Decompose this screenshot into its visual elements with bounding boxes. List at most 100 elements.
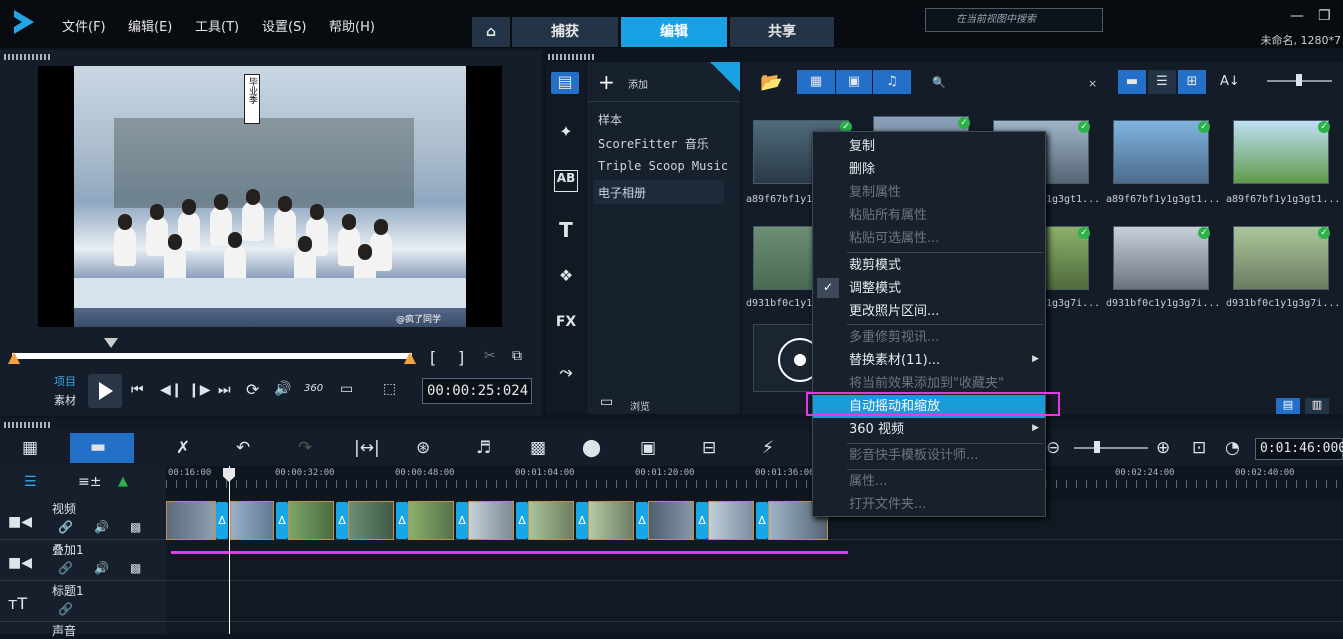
mark-in-icon[interactable]: [ xyxy=(430,348,436,367)
record-capture-icon[interactable]: ⊛ xyxy=(416,438,430,458)
folder-item[interactable]: ScoreFitter 音乐 xyxy=(598,135,709,152)
tab-share[interactable]: 共享 xyxy=(730,17,834,47)
fit-timeline-icon[interactable]: ⊡ xyxy=(1192,438,1206,458)
audio-mixer-icon[interactable]: ♬ xyxy=(476,438,491,458)
folder-item[interactable]: 样本 xyxy=(598,111,622,128)
transition-marker[interactable]: Δ xyxy=(636,502,648,539)
scrubber-handle[interactable] xyxy=(104,338,118,348)
end-icon[interactable]: ⏭ xyxy=(218,382,231,398)
menu-item-delete[interactable]: 删除 xyxy=(813,158,1045,181)
split-screen-icon[interactable]: ⊟ xyxy=(702,438,716,458)
subtitle-icon[interactable]: ▣ xyxy=(640,438,656,458)
menu-settings[interactable]: 设置(S) xyxy=(262,16,306,35)
project-mode-label[interactable]: 项目 xyxy=(54,373,76,389)
instant-project-icon[interactable]: ✦ xyxy=(554,122,578,144)
menu-item-crop-mode[interactable]: 裁剪模式 xyxy=(813,254,1045,277)
tab-capture[interactable]: 捕获 xyxy=(512,17,618,47)
menu-item-copy[interactable]: 复制 xyxy=(813,135,1045,158)
transition-marker[interactable]: Δ xyxy=(576,502,588,539)
menu-item-paste-all-attr[interactable]: 粘贴所有属性 xyxy=(813,204,1045,227)
mute-icon[interactable]: 🔊 xyxy=(94,561,109,575)
repeat-icon[interactable]: ⟳ xyxy=(246,380,259,399)
transition-marker[interactable]: Δ xyxy=(456,502,468,539)
menu-item-template[interactable]: 影音快手模板设计师... xyxy=(813,444,1045,467)
mute-icon[interactable]: 🔊 xyxy=(94,520,109,534)
zoom-handle[interactable] xyxy=(1094,441,1100,453)
menu-item-360-video[interactable]: 360 视频 xyxy=(813,418,1045,441)
menu-item-change-range[interactable]: 更改照片区间... xyxy=(813,300,1045,323)
zoom-out-icon[interactable]: ⊖ xyxy=(1046,438,1060,458)
add-folder-label[interactable]: 添加 xyxy=(628,76,648,91)
menu-item-copy-attr[interactable]: 复制属性 xyxy=(813,181,1045,204)
transition-marker[interactable]: Δ xyxy=(336,502,348,539)
player-timecode[interactable]: 00:00:25:024 xyxy=(422,378,532,404)
menu-item-paste-sel-attr[interactable]: 粘贴可选属性... xyxy=(813,227,1045,250)
timeline-clip[interactable] xyxy=(708,501,754,540)
thumbnail[interactable] xyxy=(1113,120,1209,184)
restore-icon[interactable]: ❐ xyxy=(1318,8,1331,24)
minimize-icon[interactable]: — xyxy=(1290,8,1304,24)
storyboard-view-icon[interactable]: ▦ xyxy=(22,438,38,458)
link-icon[interactable]: 🔗 xyxy=(58,602,73,616)
list-view-button[interactable]: ☰ xyxy=(1148,70,1176,94)
clip-mode-label[interactable]: 素材 xyxy=(54,392,76,408)
link-icon[interactable]: 🔗 xyxy=(58,520,73,534)
playhead[interactable] xyxy=(229,466,230,634)
browse-icon[interactable]: ▭ xyxy=(600,394,613,410)
thumbnail-view-button[interactable]: ▬ xyxy=(1118,70,1146,94)
home-tab[interactable]: ⌂ xyxy=(472,17,510,47)
path-icon[interactable]: ⤳ xyxy=(554,362,578,384)
timeline-clip[interactable] xyxy=(288,501,334,540)
crop-icon[interactable]: ⬚ xyxy=(383,381,396,397)
library-grip[interactable] xyxy=(548,54,594,60)
timeline-clip[interactable] xyxy=(588,501,634,540)
thumbnail[interactable] xyxy=(1233,226,1329,290)
tools-icon[interactable]: ✗ xyxy=(176,438,190,458)
mark-in-handle[interactable] xyxy=(8,352,20,364)
menu-item-adjust-mode[interactable]: 调整模式 xyxy=(813,277,1045,300)
transition-marker[interactable]: Δ xyxy=(396,502,408,539)
mask-icon[interactable]: ⬤ xyxy=(582,438,601,458)
prev-frame-icon[interactable]: ◀❙ xyxy=(160,382,183,398)
timeline-clip[interactable] xyxy=(348,501,394,540)
timeline-grip[interactable] xyxy=(4,422,50,428)
graphic-icon[interactable]: ❖ xyxy=(554,266,578,288)
menu-file[interactable]: 文件(F) xyxy=(62,16,106,35)
grid-view-button[interactable]: ⊞ xyxy=(1178,70,1206,94)
import-folder-icon[interactable]: 📂 xyxy=(760,72,782,93)
menu-help[interactable]: 帮助(H) xyxy=(329,16,375,35)
timeline-clip[interactable] xyxy=(468,501,514,540)
panel-grip[interactable] xyxy=(4,54,50,60)
transition-icon[interactable]: AB xyxy=(554,170,578,192)
project-duration[interactable]: 0:01:46:000 xyxy=(1255,438,1343,460)
thumbnail[interactable] xyxy=(1233,120,1329,184)
transition-marker[interactable]: Δ xyxy=(276,502,288,539)
transition-marker[interactable]: Δ xyxy=(516,502,528,539)
undo-icon[interactable]: ↶ xyxy=(236,438,250,458)
menu-item-open-folder[interactable]: 打开文件夹... xyxy=(813,493,1045,516)
transition-marker[interactable]: Δ xyxy=(696,502,708,539)
menu-item-props[interactable]: 属性... xyxy=(813,470,1045,493)
redo-icon[interactable]: ↷ xyxy=(298,438,312,458)
transition-marker[interactable]: Δ xyxy=(756,502,768,539)
motion-tracking-icon[interactable]: ▩ xyxy=(530,438,546,458)
menu-edit[interactable]: 编辑(E) xyxy=(128,16,172,35)
show-video-button[interactable]: ▦ xyxy=(797,70,835,94)
transparency-icon[interactable]: ▩ xyxy=(130,520,141,534)
thumbnail[interactable] xyxy=(1113,226,1209,290)
add-folder-icon[interactable]: + xyxy=(598,70,615,94)
sort-icon[interactable]: A↓ xyxy=(1220,74,1240,89)
timeline-view-button[interactable]: ▬ xyxy=(70,433,134,463)
folder-item[interactable]: Triple Scoop Music xyxy=(598,159,728,173)
mark-out-icon[interactable]: ] xyxy=(458,348,464,367)
menu-item-multi-trim[interactable]: 多重修剪视讯... xyxy=(813,326,1045,349)
transparency-icon[interactable]: ▩ xyxy=(130,561,141,575)
timeline-ruler[interactable]: 00:16:00 00:00:32:00 00:00:48:00 00:01:0… xyxy=(166,466,1343,500)
timeline-clip[interactable] xyxy=(648,501,694,540)
add-track-icon[interactable]: ≡± xyxy=(78,474,101,490)
mark-out-handle[interactable] xyxy=(404,352,416,364)
search-input[interactable]: 在当前视图中搜索 xyxy=(925,8,1103,32)
media-tab-icon[interactable]: ▤ xyxy=(551,72,579,94)
auto-music-icon[interactable]: ⚡ xyxy=(762,438,774,458)
thumb-size-handle[interactable] xyxy=(1296,74,1302,86)
